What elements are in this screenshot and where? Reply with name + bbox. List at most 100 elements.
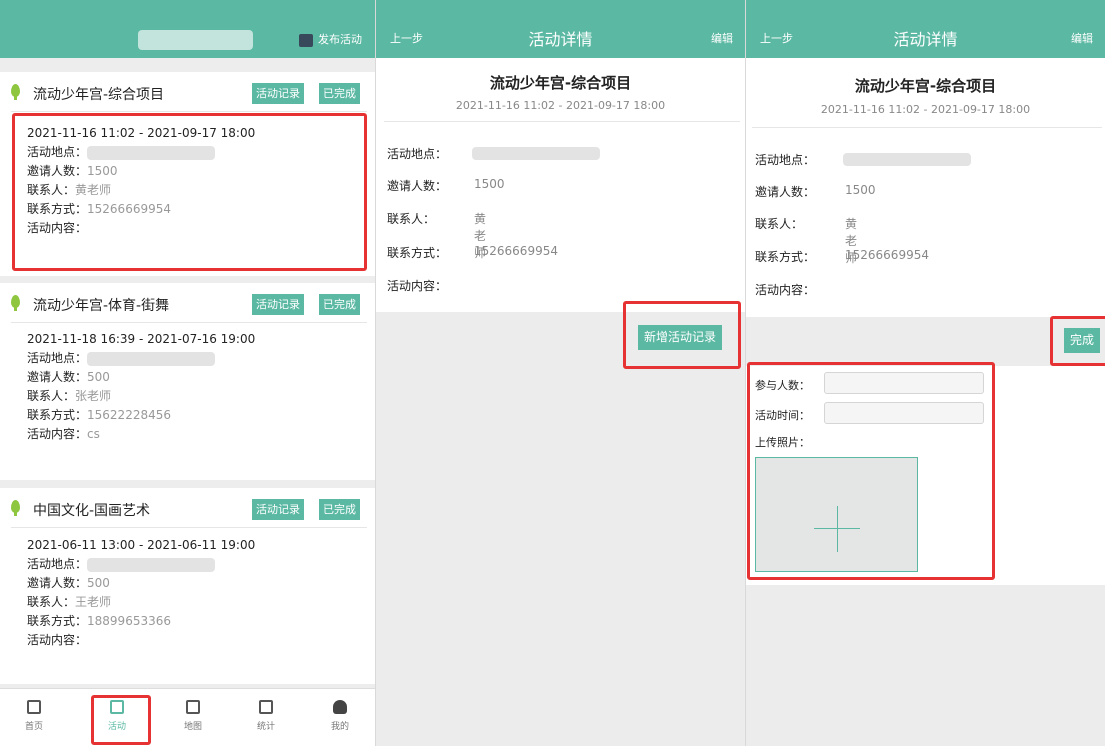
book-icon [27,700,41,714]
detail-header: 上一步 活动详情 编辑 [746,0,1105,58]
invited-label: 邀请人数： [27,576,88,590]
balloon-icon [11,500,20,516]
blurred-location [87,351,216,366]
location-row: 活动地点： [755,151,971,168]
highlight-box [12,113,367,271]
publish-label: 发布活动 [318,33,362,46]
phone-value: 15266669954 [845,248,929,262]
blurred-title [138,30,253,50]
contact-label: 联系人： [755,217,804,231]
card-title: 流动少年宫-综合项目 [33,87,165,103]
contact-value: 张老师 [75,389,112,403]
nav-map[interactable]: 地图 [173,700,213,732]
user-icon [333,700,347,714]
contact-value: 王老师 [75,595,112,609]
nav-label: 首页 [24,722,43,732]
invited-value: 500 [87,370,110,384]
invited-value: 1500 [474,177,505,191]
balloon-icon [11,295,20,311]
content-label: 活动内容： [27,427,88,441]
contact-label: 联系人： [387,212,436,226]
divider [384,121,740,122]
card-header: 流动少年宫-体育-街舞 活动记录 已完成 [11,283,367,323]
page-title: 活动详情 [893,30,958,49]
invited-value: 500 [87,576,110,590]
content-value: cs [87,427,100,441]
flag-icon [298,33,313,47]
nav-mine[interactable]: 我的 [320,700,360,732]
phone-value: 15622228456 [87,408,171,422]
activity-list-screen: 发布活动 流动少年宫-综合项目 活动记录 已完成 2021-11-16 11:0… [0,0,375,746]
activity-title: 流动少年宫-综合项目 [489,74,632,92]
balloon-icon [11,84,20,100]
divider [752,127,1102,128]
phone-row: 联系方式： 15266669954 [387,244,558,261]
invited-value: 1500 [845,183,876,197]
date-range: 2021-06-11 13:00 - 2021-06-11 19:00 [27,538,256,552]
nav-stats[interactable]: 统计 [246,700,286,732]
highlight-box [91,695,151,745]
content-label: 活动内容： [755,283,816,297]
invited-row: 邀请人数： 1500 [387,177,505,194]
activity-date: 2021-11-16 11:02 - 2021-09-17 18:00 [820,103,1031,116]
invited-label: 邀请人数： [755,185,816,199]
location-label: 活动地点： [27,557,88,571]
activity-detail-screen: 上一步 活动详情 编辑 流动少年宫-综合项目 2021-11-16 11:02 … [375,0,745,746]
highlight-box [747,362,995,580]
map-icon [186,700,200,714]
phone-value: 18899653366 [87,614,171,628]
publish-activity-button[interactable]: 发布活动 [298,31,362,47]
edit-button[interactable]: 编辑 [1071,30,1093,46]
app-root: 发布活动 流动少年宫-综合项目 活动记录 已完成 2021-11-16 11:0… [0,0,1105,746]
nav-home[interactable]: 首页 [14,700,54,732]
activity-record-button[interactable]: 活动记录 [252,83,304,104]
location-row: 活动地点： [387,145,600,162]
location-label: 活动地点： [387,147,448,161]
phone-label: 联系方式： [27,614,88,628]
form-footer-area [746,585,1105,746]
contact-label: 联系人： [27,389,76,403]
blurred-location [87,557,216,572]
activity-record-button[interactable]: 活动记录 [252,294,304,315]
edit-button[interactable]: 编辑 [711,30,733,46]
phone-value: 15266669954 [474,244,558,258]
blurred-location [472,147,600,160]
highlight-box [1050,316,1105,366]
activity-card[interactable]: 中国文化-国画艺术 活动记录 已完成 2021-06-11 13:00 - 20… [0,488,375,684]
nav-label: 地图 [183,722,202,732]
contact-row: 联系人： 黄老师 [387,210,486,260]
phone-label: 联系方式： [27,408,88,422]
content-row: 活动内容： [755,281,815,298]
phone-label: 联系方式： [387,246,448,260]
highlight-box [623,301,741,369]
content-label: 活动内容： [27,633,88,647]
completed-button[interactable]: 已完成 [319,83,360,104]
add-record-screen: 上一步 活动详情 编辑 流动少年宫-综合项目 2021-11-16 11:02 … [745,0,1105,746]
detail-footer-area [376,312,745,746]
completed-button[interactable]: 已完成 [319,499,360,520]
contact-label: 联系人： [27,595,76,609]
date-range: 2021-11-18 16:39 - 2021-07-16 19:00 [27,332,256,346]
content-row: 活动内容： [387,277,447,294]
blurred-location [843,153,971,166]
activity-record-button[interactable]: 活动记录 [252,499,304,520]
contact-row: 联系人： 黄老师 [755,215,857,265]
bottom-nav: 首页 活动 地图 统计 我的 [0,688,375,746]
phone-row: 联系方式： 15266669954 [755,248,929,265]
nav-label: 我的 [330,722,349,732]
activity-card[interactable]: 流动少年宫-体育-街舞 活动记录 已完成 2021-11-18 16:39 - … [0,283,375,480]
invited-row: 邀请人数： 1500 [755,183,876,200]
nav-label: 统计 [256,722,275,732]
card-info: 2021-06-11 13:00 - 2021-06-11 19:00 活动地点… [27,536,255,650]
list-header: 发布活动 [0,0,375,58]
activity-title: 流动少年宫-综合项目 [854,77,997,95]
card-title: 流动少年宫-体育-街舞 [33,298,170,314]
invited-label: 邀请人数： [27,370,88,384]
card-title: 中国文化-国画艺术 [33,503,151,519]
phone-label: 联系方式： [755,250,816,264]
completed-button[interactable]: 已完成 [319,294,360,315]
location-label: 活动地点： [755,153,816,167]
content-label: 活动内容： [387,279,448,293]
location-label: 活动地点： [27,351,88,365]
invited-label: 邀请人数： [387,179,448,193]
